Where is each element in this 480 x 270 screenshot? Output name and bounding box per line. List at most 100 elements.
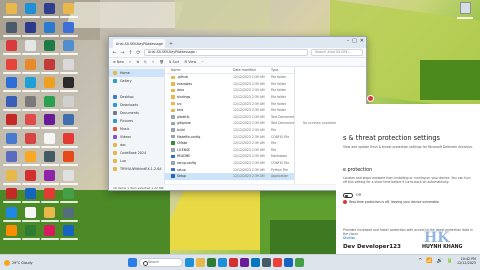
desktop-shortcut[interactable] (21, 76, 40, 95)
nav-item[interactable]: Desktop (109, 93, 164, 101)
desktop-shortcut[interactable] (2, 113, 21, 132)
recycle-bin-icon[interactable] (455, 2, 475, 24)
volume-icon[interactable]: 🔊 (437, 258, 443, 264)
battery-icon[interactable]: 🔋 (447, 258, 453, 264)
nav-item[interactable]: Documents (109, 109, 164, 117)
desktop-shortcut[interactable] (40, 2, 59, 21)
desktop-shortcut[interactable] (59, 39, 78, 58)
tray-overflow-icon[interactable]: ^ (418, 258, 422, 264)
clock[interactable]: 10:42 PM 12/12/2023 (457, 257, 476, 265)
desktop-shortcut[interactable] (40, 206, 59, 225)
address-input[interactable]: Arial-SX-SEK-KeyPAddessage › (144, 49, 308, 56)
weather-widget[interactable]: 29°C Cloudy (0, 259, 60, 266)
desktop-shortcut[interactable] (21, 113, 40, 132)
command-button[interactable]: ⇪ (152, 60, 155, 64)
desktop-shortcut[interactable] (21, 58, 40, 77)
desktop-shortcut[interactable] (59, 95, 78, 114)
desktop-shortcut[interactable] (21, 132, 40, 151)
nav-item[interactable]: doc (109, 141, 164, 149)
desktop-shortcut[interactable] (40, 132, 59, 151)
desktop-shortcut[interactable] (40, 21, 59, 40)
nav-item[interactable]: Videos (109, 133, 164, 141)
desktop-shortcut[interactable] (21, 169, 40, 188)
desktop-shortcut[interactable] (21, 95, 40, 114)
command-button[interactable]: ✂ (129, 60, 132, 64)
desktop-shortcut[interactable] (2, 150, 21, 169)
refresh-button[interactable]: ⟳ (136, 50, 141, 56)
desktop-shortcut[interactable] (40, 58, 59, 77)
column-date[interactable]: Date modified (233, 68, 271, 72)
desktop-shortcut[interactable] (2, 21, 21, 40)
nav-item[interactable]: Downloads (109, 101, 164, 109)
app-icon[interactable] (262, 258, 271, 267)
desktop-shortcut[interactable] (2, 39, 21, 58)
explorer-tab[interactable]: Arial-SX-SEK-KeyPAddessage (113, 39, 165, 48)
nav-item[interactable]: Pictures (109, 117, 164, 125)
up-button[interactable]: ↑ (128, 50, 133, 56)
nav-item[interactable]: Music (109, 125, 164, 133)
new-tab-button[interactable]: + (167, 40, 175, 48)
desktop-shortcut[interactable] (21, 150, 40, 169)
desktop-shortcut[interactable] (40, 95, 59, 114)
desktop-shortcut[interactable] (40, 169, 59, 188)
desktop-shortcut[interactable] (2, 187, 21, 206)
app-icon[interactable] (185, 258, 194, 267)
desktop-shortcut[interactable] (2, 76, 21, 95)
desktop-shortcut[interactable] (59, 187, 78, 206)
desktop-shortcut[interactable] (2, 224, 21, 243)
taskbar-search[interactable]: Search (139, 258, 183, 267)
close-button[interactable]: ✕ (360, 38, 364, 44)
desktop-shortcut[interactable] (2, 58, 21, 77)
column-name[interactable]: Name (171, 68, 233, 72)
realtime-protection-toggle[interactable] (343, 193, 353, 198)
desktop-shortcut[interactable] (40, 39, 59, 58)
search-input[interactable]: Search Arial-SX-SEK... (311, 49, 363, 56)
command-button[interactable]: 🗑 (160, 60, 164, 64)
desktop-shortcut[interactable] (21, 187, 40, 206)
desktop-shortcut[interactable] (59, 150, 78, 169)
desktop-shortcut[interactable] (59, 2, 78, 21)
start-icon[interactable] (128, 258, 137, 267)
desktop-shortcut[interactable] (40, 224, 59, 243)
command-button[interactable]: ⎘ (144, 60, 147, 64)
desktop-shortcut[interactable] (40, 113, 59, 132)
app-icon[interactable] (196, 258, 205, 267)
command-button[interactable]: ⊕ New (113, 60, 124, 64)
app-icon[interactable] (284, 258, 293, 267)
forward-button[interactable]: → (120, 50, 125, 56)
app-icon[interactable] (229, 258, 238, 267)
nav-item[interactable]: CodeBook 2024 (109, 149, 164, 157)
minimize-button[interactable]: – (347, 38, 350, 44)
desktop-shortcut[interactable] (40, 150, 59, 169)
desktop-shortcut[interactable] (21, 39, 40, 58)
wifi-icon[interactable]: 📶 (426, 258, 432, 264)
nav-item[interactable]: Lua (109, 157, 164, 165)
maximize-button[interactable]: □ (352, 38, 357, 44)
desktop-shortcut[interactable] (40, 76, 59, 95)
desktop-shortcut[interactable] (2, 206, 21, 225)
back-button[interactable]: ← (112, 50, 117, 56)
app-icon[interactable] (251, 258, 260, 267)
desktop-shortcut[interactable] (21, 2, 40, 21)
desktop-shortcut[interactable] (2, 95, 21, 114)
desktop-shortcut[interactable] (21, 206, 40, 225)
desktop-shortcut[interactable] (21, 224, 40, 243)
desktop-shortcut[interactable] (59, 58, 78, 77)
app-icon[interactable] (295, 258, 304, 267)
edge-icon[interactable] (218, 258, 227, 267)
desktop-shortcut[interactable] (59, 169, 78, 188)
desktop-shortcut[interactable] (40, 187, 59, 206)
app-icon[interactable] (207, 258, 216, 267)
command-button[interactable]: ⧉ (137, 60, 139, 64)
desktop-shortcut[interactable] (59, 206, 78, 225)
command-button[interactable]: ··· (201, 60, 204, 64)
app-icon[interactable] (240, 258, 249, 267)
desktop-shortcut[interactable] (59, 21, 78, 40)
desktop-shortcut[interactable] (59, 113, 78, 132)
chrome-icon[interactable] (273, 258, 282, 267)
desktop-shortcut[interactable] (2, 169, 21, 188)
desktop-shortcut[interactable] (21, 21, 40, 40)
desktop-shortcut[interactable] (2, 2, 21, 21)
desktop-shortcut[interactable] (59, 224, 78, 243)
nav-item[interactable]: TRYHLUWithIndEX-1.2-0A (109, 165, 164, 173)
